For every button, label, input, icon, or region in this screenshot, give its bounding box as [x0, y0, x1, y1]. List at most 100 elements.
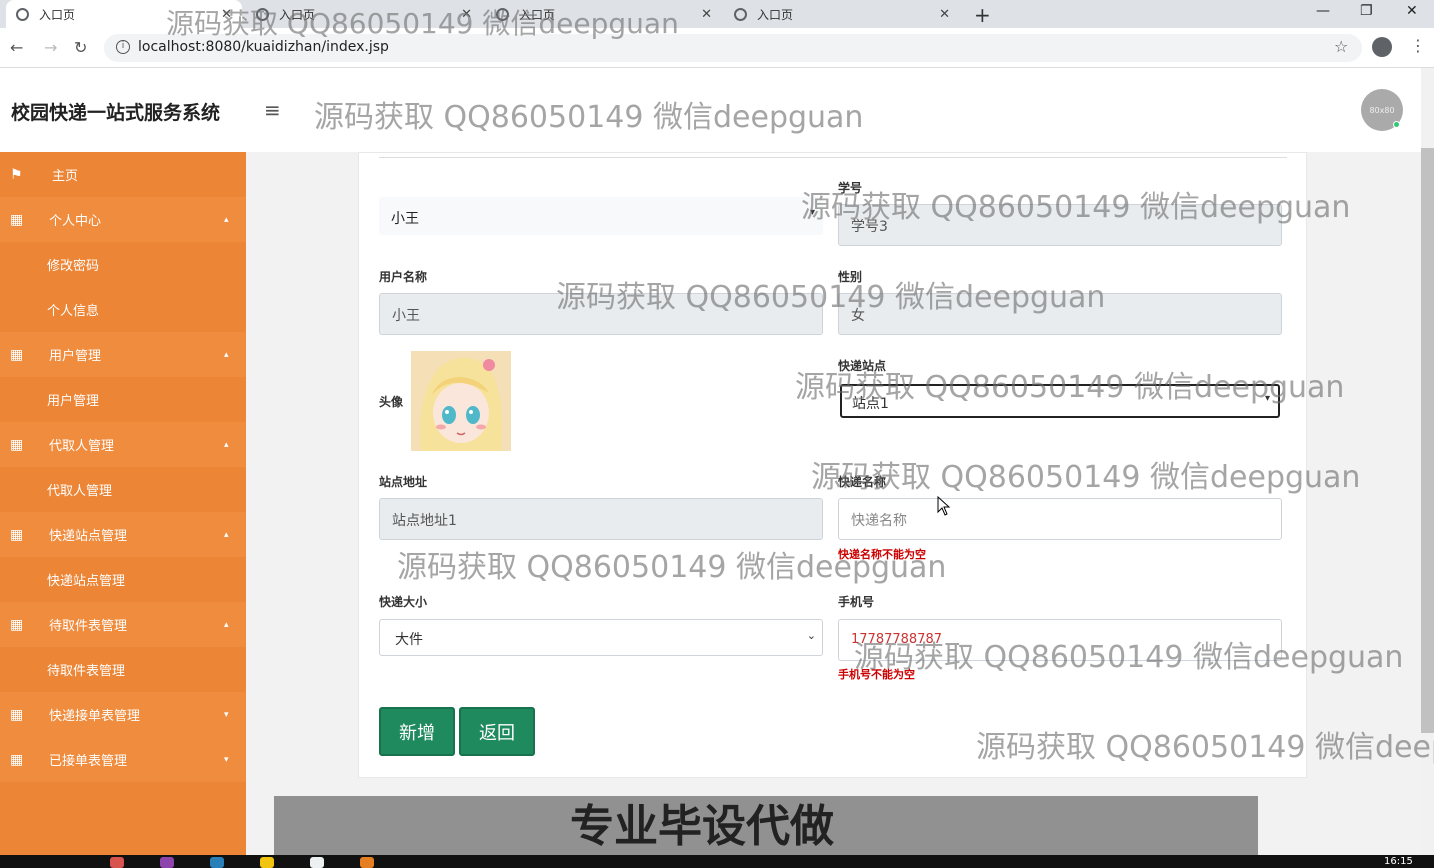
promo-overlay-text: 专业毕设代做 [570, 801, 834, 852]
promo-overlay: 专业毕设代做 [274, 796, 1258, 855]
account-icon[interactable] [1372, 37, 1392, 57]
sidebar-item-label: 修改密码 [47, 259, 100, 274]
online-status-dot [1393, 121, 1400, 128]
bookmark-star-icon[interactable]: ☆ [1334, 37, 1348, 56]
grid-icon: ▦ [10, 526, 24, 543]
sidebar-item-label: 快递站点管理 [49, 529, 128, 544]
caret-up-icon: ▴ [224, 439, 229, 450]
back-button[interactable]: 返回 [459, 707, 535, 756]
sidebar-item-label: 代取人管理 [47, 484, 113, 499]
username-value: 小王 [392, 308, 420, 324]
scrollbar-thumb[interactable] [1421, 148, 1434, 733]
app-icon[interactable] [310, 857, 324, 868]
sidebar-item-user-management[interactable]: ▦ 用户管理 ▴ [0, 332, 246, 377]
restore-icon[interactable]: ❐ [1360, 3, 1373, 19]
caret-down-icon: ▾ [224, 709, 229, 720]
close-window-icon[interactable]: ✕ [1406, 3, 1418, 19]
sidebar-item-label: 快递站点管理 [47, 574, 126, 589]
watermark-text: 源码获取 QQ86050149 微信deepguan [801, 190, 1351, 225]
grid-icon: ▦ [10, 346, 24, 363]
avatar-label: 头像 [379, 395, 404, 409]
sidebar-item-label: 已接单表管理 [49, 754, 128, 769]
watermark-text: 源码获取 QQ86050149 微信deepguan [795, 370, 1345, 405]
caret-up-icon: ▴ [224, 619, 229, 630]
new-tab-icon[interactable]: + [974, 3, 991, 27]
caret-up-icon: ▴ [224, 214, 229, 225]
sidebar-item-agent-management[interactable]: ▦ 代取人管理 ▴ [0, 422, 246, 467]
size-select[interactable]: 大件 ⌄ [379, 619, 823, 656]
avatar-placeholder-text: 80x80 [1369, 105, 1395, 115]
sidebar-item-label: 快递接单表管理 [49, 709, 141, 724]
caret-up-icon: ▴ [224, 529, 229, 540]
express-name-input[interactable]: 快递名称 [838, 498, 1282, 540]
app-icon[interactable] [360, 857, 374, 868]
app-icon[interactable] [160, 857, 174, 868]
grid-icon: ▦ [10, 706, 24, 723]
watermark-text: 源码获取 QQ86050149 微信deepguan [397, 550, 947, 585]
close-tab-icon[interactable]: ✕ [939, 7, 950, 22]
sidebar-item-label: 用户管理 [47, 394, 100, 409]
size-label: 快递大小 [379, 595, 428, 609]
sidebar-item-personal-info[interactable]: 个人信息 [0, 287, 246, 332]
close-tab-icon[interactable]: ✕ [701, 7, 712, 22]
watermark-text: 源码获取 QQ86050149 微信deepguan [166, 7, 679, 40]
express-name-placeholder: 快递名称 [851, 513, 907, 529]
tab-title: 入口页 [39, 7, 76, 22]
app-title: 校园快递一站式服务系统 [11, 102, 221, 124]
user-select[interactable]: 小王 ▾ [379, 197, 823, 235]
globe-icon [16, 7, 29, 21]
flag-icon: ⚑ [10, 166, 23, 183]
sidebar-item-station-management[interactable]: ▦ 快递站点管理 ▴ [0, 512, 246, 557]
grid-icon: ▦ [10, 211, 24, 228]
add-button[interactable]: 新增 [379, 707, 455, 756]
app-icon[interactable] [110, 857, 124, 868]
sidebar-item-pending-pickup-sub[interactable]: 待取件表管理 [0, 647, 246, 692]
info-icon[interactable]: i [116, 40, 130, 54]
watermark-text: 源码获取 QQ86050149 微信deepguan [854, 640, 1404, 675]
sidebar-item-home[interactable]: ⚑ 主页 [0, 152, 246, 197]
back-arrow-icon[interactable]: ← [10, 38, 23, 57]
user-avatar[interactable]: 80x80 [1361, 89, 1403, 131]
sidebar-item-station-management-sub[interactable]: 快递站点管理 [0, 557, 246, 602]
grid-icon: ▦ [10, 616, 24, 633]
address-label: 站点地址 [379, 475, 428, 489]
caret-down-icon: ▾ [224, 754, 229, 765]
sidebar-item-label: 用户管理 [49, 349, 102, 364]
app-icon[interactable] [210, 857, 224, 868]
os-taskbar: 16:15 [0, 855, 1434, 868]
divider [379, 157, 1287, 158]
sidebar-item-agent-management-sub[interactable]: 代取人管理 [0, 467, 246, 512]
watermark-text: 源码获取 QQ86050149 微信deepguan [556, 280, 1106, 315]
sidebar-item-label: 待取件表管理 [49, 619, 128, 634]
sidebar: ⚑ 主页 ▦ 个人中心 ▴ 修改密码 个人信息 ▦ 用户管理 ▴ 用户管理 ▦ … [0, 152, 246, 868]
sidebar-item-label: 个人中心 [49, 214, 102, 229]
app-icon[interactable] [260, 857, 274, 868]
sidebar-item-pending-pickup[interactable]: ▦ 待取件表管理 ▴ [0, 602, 246, 647]
address-value: 站点地址1 [392, 513, 457, 529]
phone-label: 手机号 [838, 595, 875, 609]
address-field[interactable]: 站点地址1 [379, 498, 823, 540]
menu-kebab-icon[interactable]: ⋮ [1410, 36, 1426, 55]
avatar-image[interactable] [411, 351, 511, 451]
size-select-value: 大件 [395, 632, 423, 648]
chevron-down-icon: ⌄ [806, 629, 816, 642]
minimize-icon[interactable]: — [1316, 3, 1330, 19]
browser-tab[interactable]: 入口页 ✕ [724, 0, 960, 28]
grid-icon: ▦ [10, 436, 24, 453]
tab-title: 入口页 [757, 7, 794, 22]
hamburger-menu-icon[interactable]: ≡ [264, 98, 281, 122]
sidebar-item-personal-center[interactable]: ▦ 个人中心 ▴ [0, 197, 246, 242]
sidebar-item-user-management-sub[interactable]: 用户管理 [0, 377, 246, 422]
grid-icon: ▦ [10, 751, 24, 768]
watermark-text: 源码获取 QQ86050149 微信deepguan [314, 100, 864, 135]
sidebar-item-label: 待取件表管理 [47, 664, 126, 679]
sidebar-item-label: 主页 [52, 169, 79, 184]
sidebar-item-label: 代取人管理 [49, 439, 115, 454]
taskbar-clock: 16:15 [1384, 856, 1413, 867]
sidebar-item-change-password[interactable]: 修改密码 [0, 242, 246, 287]
reload-icon[interactable]: ↻ [74, 38, 87, 57]
forward-arrow-icon[interactable]: → [44, 38, 57, 57]
sidebar-item-accepted-orders[interactable]: ▦ 已接单表管理 ▾ [0, 737, 246, 782]
watermark-text: 源码获取 QQ86050149 微信deepguan [811, 460, 1361, 495]
sidebar-item-order-taking[interactable]: ▦ 快递接单表管理 ▾ [0, 692, 246, 737]
